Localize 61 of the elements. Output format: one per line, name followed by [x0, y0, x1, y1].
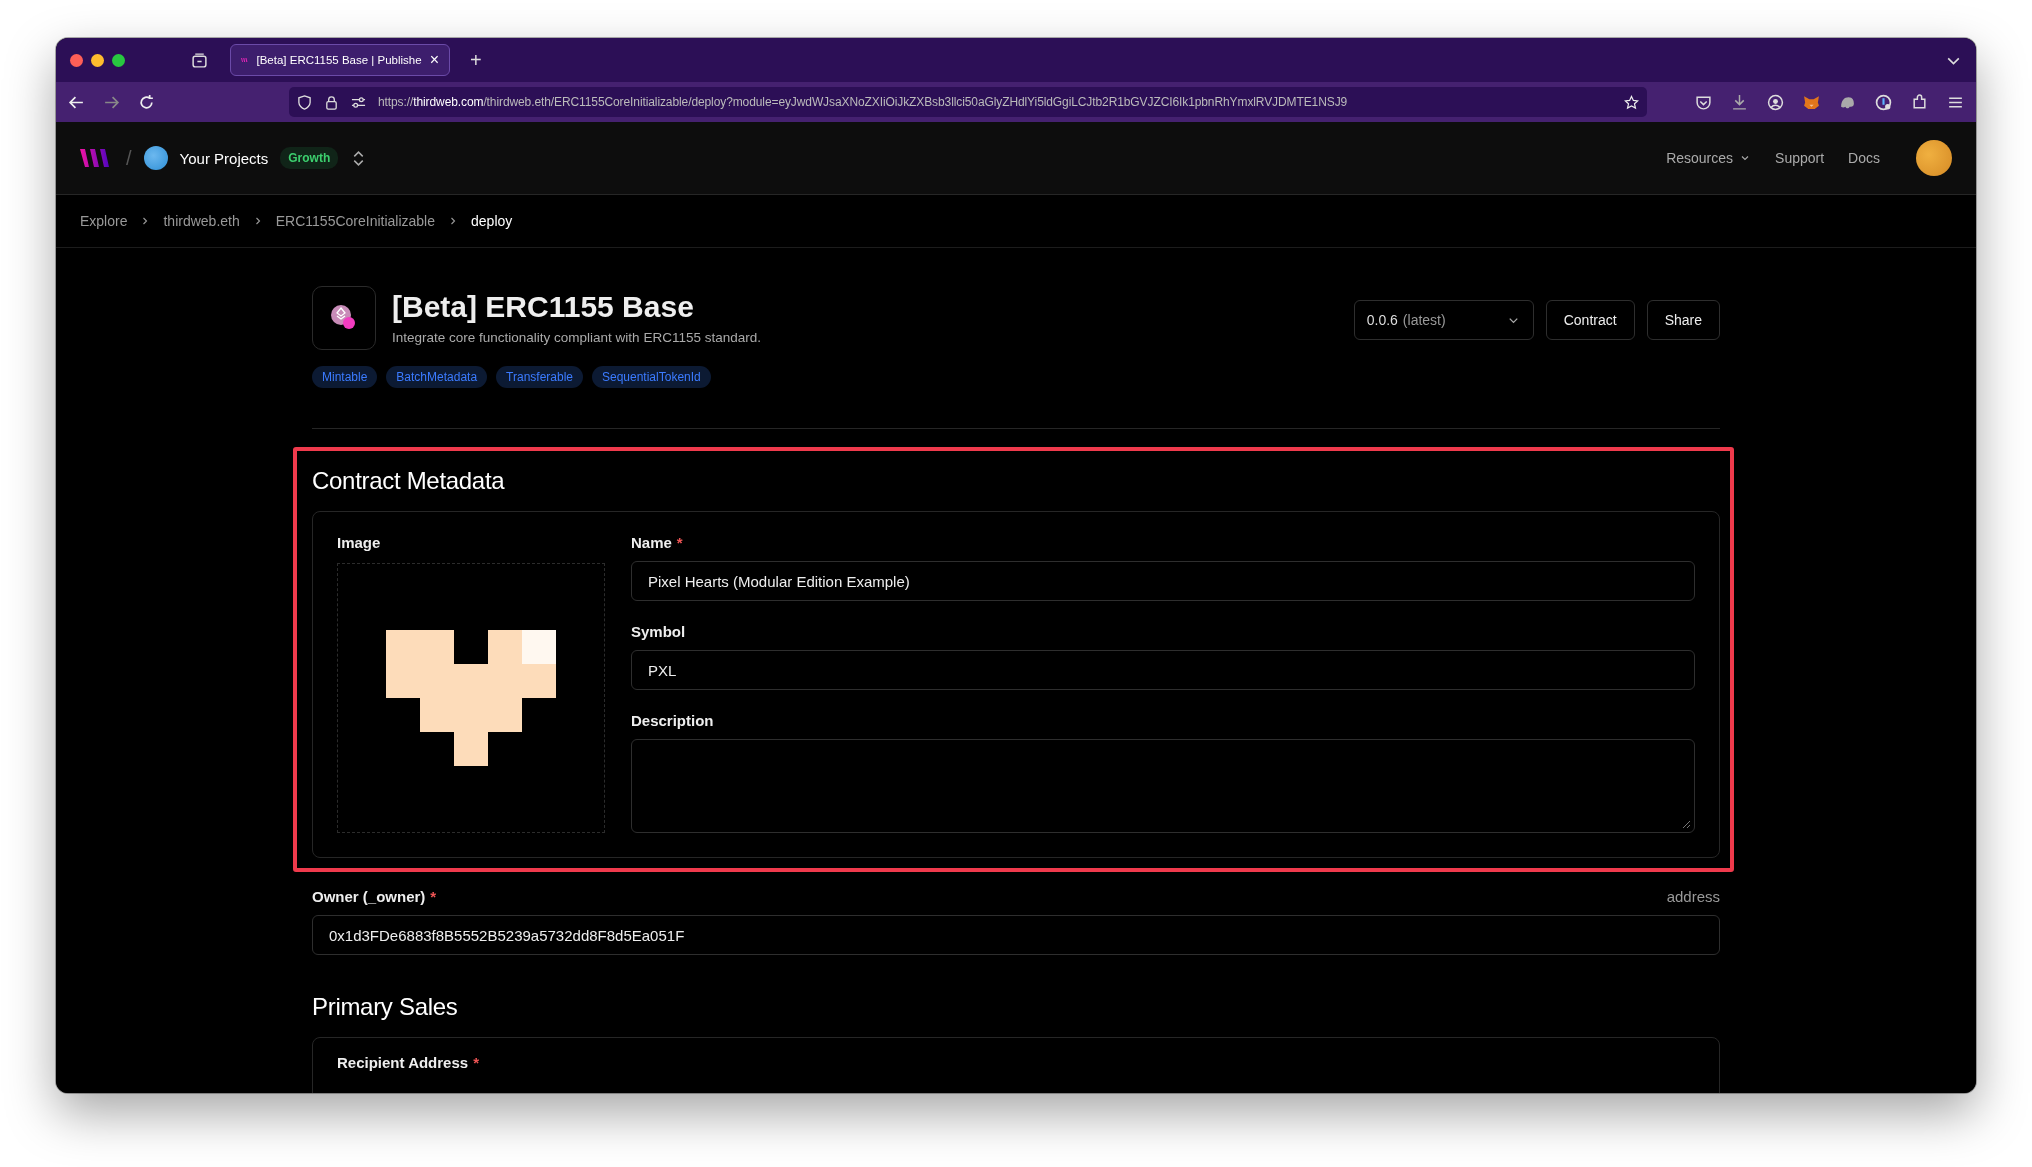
text-input[interactable]: PXL: [631, 650, 1695, 690]
breadcrumb-link[interactable]: deploy: [471, 213, 513, 229]
feature-tag: Transferable: [496, 366, 583, 388]
feature-tag: SequentialTokenId: [592, 366, 711, 388]
favicon-icon: [241, 55, 249, 65]
required-mark: *: [676, 534, 683, 551]
account-icon[interactable]: [1767, 93, 1784, 111]
user-avatar[interactable]: [1916, 140, 1952, 176]
field-label: Owner (_owner): [312, 888, 426, 905]
field-label: Symbol: [631, 623, 686, 640]
breadcrumb-link[interactable]: thirdweb.eth: [163, 213, 240, 229]
breadcrumb-link[interactable]: ERC1155CoreInitializable: [275, 213, 436, 229]
zoom-window-button[interactable]: [112, 53, 125, 67]
feature-tag: BatchMetadata: [386, 366, 488, 388]
pocket-icon[interactable]: [1695, 93, 1712, 111]
minimize-window-button[interactable]: [91, 53, 104, 67]
owner-input[interactable]: 0x1d3FDe6883f8B5552B5239a5732dd8F8d5Ea051F: [312, 915, 1720, 955]
field-label: Description: [631, 712, 714, 729]
download-icon[interactable]: [1731, 93, 1748, 111]
fox-icon[interactable]: [1803, 93, 1820, 111]
shield-icon[interactable]: [297, 94, 312, 110]
lock-icon[interactable]: [324, 94, 339, 110]
sliders-icon[interactable]: [351, 94, 366, 110]
plan-badge: Growth: [280, 147, 339, 169]
nav-link[interactable]: Support: [1775, 150, 1825, 166]
close-window-button[interactable]: [70, 53, 83, 67]
text-input[interactable]: Pixel Hearts (Modular Edition Example): [631, 561, 1695, 601]
nav-link[interactable]: Docs: [1848, 150, 1880, 166]
browser-tab[interactable]: [Beta] ERC1155 Base | Publishe ×: [230, 44, 450, 76]
contract-title: [Beta] ERC1155 Base: [392, 290, 695, 324]
contract-description: Integrate core functionality compliant with ERC1155 standard.: [392, 330, 761, 345]
field-label: Recipient Address: [337, 1054, 469, 1071]
breadcrumb-link[interactable]: Explore: [80, 213, 128, 229]
field-type: address: [1666, 888, 1720, 905]
password-icon[interactable]: [1875, 93, 1892, 111]
tab-overview-icon[interactable]: [191, 51, 208, 69]
feature-tag: Mintable: [312, 366, 378, 388]
new-tab-button[interactable]: +: [470, 48, 482, 72]
url-text: https://thirdweb.com/thirdweb.eth/ERC1155CoreInitializable/deploy?module=eyJwdWJsaXNoZXIiOiJkZXBsb3llci50aGlyZHdlYi5ldGgiLCJtb2R1bGVJZCI6Ik1pbnRhYmxlRVJDMTE1NSJ9: [378, 95, 1349, 109]
team-avatar: [143, 146, 168, 170]
star-icon[interactable]: [1624, 94, 1639, 110]
section-title: Contract Metadata: [312, 467, 506, 495]
section-title: Primary Sales: [312, 993, 459, 1021]
team-name[interactable]: Your Projects: [179, 149, 269, 167]
close-tab-button[interactable]: ×: [429, 51, 439, 69]
contract-icon: [312, 286, 376, 350]
reload-icon[interactable]: [138, 93, 155, 111]
field-label: Image: [337, 534, 382, 551]
address-bar[interactable]: https://thirdweb.com/thirdweb.eth/ERC1155CoreInitializable/deploy?module=eyJwdWJsaXNoZXIiOiJkZXBsb3llci50aGlyZHdlYi5ldGgiLCJtb2R1bGVJZCI6Ik1pbnRhYmxlRVJDMTE1NSJ9: [289, 87, 1647, 117]
nav-link[interactable]: Resources: [1666, 150, 1734, 166]
required-mark: *: [473, 1054, 479, 1071]
tab-title: [Beta] ERC1155 Base | Publishe: [256, 54, 422, 66]
version-select[interactable]: 0.0.6 (latest): [1353, 300, 1534, 340]
path-separator: /: [126, 146, 132, 170]
resize-handle-icon[interactable]: [1681, 819, 1691, 829]
field-label: Name: [631, 534, 672, 551]
header-button[interactable]: Contract: [1545, 300, 1635, 340]
required-mark: *: [430, 888, 437, 905]
puzzle-icon[interactable]: [1911, 93, 1928, 111]
header-button[interactable]: Share: [1646, 300, 1720, 340]
image-dropzone[interactable]: [337, 563, 605, 833]
